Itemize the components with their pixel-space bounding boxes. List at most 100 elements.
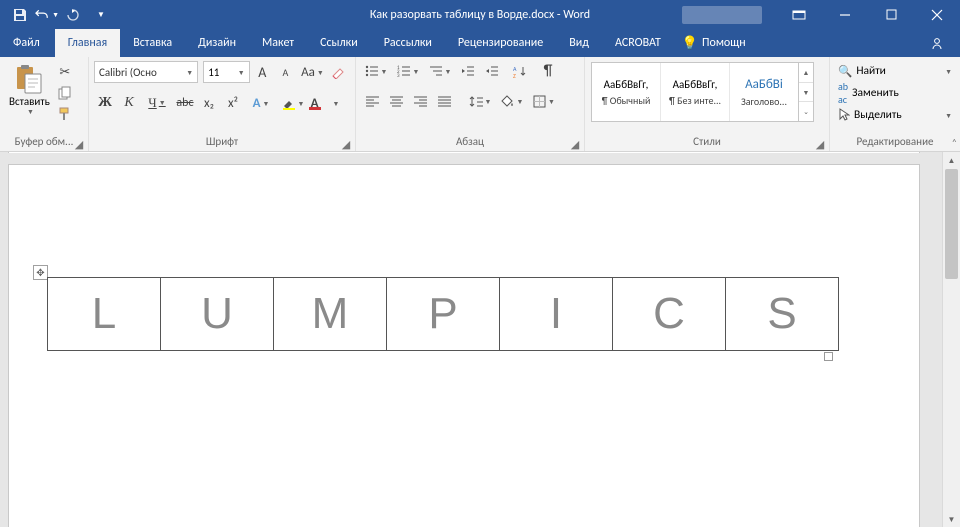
text-effects-button[interactable]: A▼ — [246, 93, 276, 113]
tab-home[interactable]: Главная — [55, 29, 120, 57]
table-cell[interactable]: P — [387, 278, 500, 351]
style-heading1[interactable]: АаБбВі Заголово... — [730, 63, 798, 121]
cut-button[interactable]: ✂ — [56, 63, 74, 81]
group-editing: 🔍Найти▼ abacЗаменить Выделить▼ Редактиро… — [830, 57, 960, 151]
show-marks-button[interactable]: ¶ — [537, 61, 559, 81]
svg-text:3: 3 — [397, 73, 400, 77]
font-color-button[interactable]: A▼ — [310, 93, 340, 113]
table-cell[interactable]: I — [500, 278, 613, 351]
table-cell[interactable]: U — [161, 278, 274, 351]
shading-button[interactable]: ▼ — [497, 91, 527, 111]
table-cell[interactable]: S — [726, 278, 839, 351]
clipboard-launcher[interactable]: ◢ — [73, 138, 85, 150]
styles-more[interactable]: ⌄ — [799, 102, 813, 121]
table-move-handle[interactable]: ✥ — [33, 265, 48, 280]
qat-customize[interactable]: ▼ — [89, 3, 113, 27]
tab-layout[interactable]: Макет — [249, 29, 307, 57]
previous-page — [8, 152, 920, 153]
indent-inc-button[interactable] — [481, 61, 503, 81]
maximize-button[interactable] — [868, 0, 914, 29]
redo-button[interactable] — [62, 3, 86, 27]
align-left-button[interactable] — [361, 91, 383, 111]
table-resize-handle[interactable] — [824, 352, 833, 361]
ribbon-options-button[interactable] — [776, 0, 822, 29]
find-button[interactable]: 🔍Найти▼ — [835, 61, 955, 81]
collapse-ribbon[interactable]: ˄ — [952, 136, 957, 149]
tab-review[interactable]: Рецензирование — [445, 29, 556, 57]
page[interactable]: ✥ L U M P I C S — [8, 164, 920, 527]
superscript-button[interactable]: x² — [222, 93, 244, 113]
align-center-button[interactable] — [385, 91, 407, 111]
tab-insert[interactable]: Вставка — [120, 29, 185, 57]
tab-view[interactable]: Вид — [556, 29, 602, 57]
align-justify-button[interactable] — [433, 91, 455, 111]
bold-button[interactable]: Ж — [94, 93, 116, 113]
styles-down[interactable]: ▼ — [799, 83, 813, 103]
undo-button[interactable]: ▼ — [35, 3, 59, 27]
styles-up[interactable]: ▲ — [799, 63, 813, 83]
sort-button[interactable]: AZ — [505, 61, 535, 81]
group-clipboard: Вставить ▼ ✂ Буфер обм...◢ — [0, 57, 89, 151]
tab-file[interactable]: Файл — [0, 29, 53, 57]
replace-button[interactable]: abacЗаменить — [835, 83, 955, 103]
group-paragraph: ▼ 123▼ ▼ AZ ¶ ▼ ▼ ▼ Абзац◢ — [356, 57, 585, 151]
save-button[interactable] — [8, 3, 32, 27]
copy-button[interactable] — [56, 84, 74, 102]
borders-button[interactable]: ▼ — [529, 91, 559, 111]
clear-format-button[interactable] — [329, 62, 350, 82]
tab-design[interactable]: Дизайн — [185, 29, 249, 57]
italic-button[interactable]: К — [118, 93, 140, 113]
share-button[interactable] — [914, 29, 960, 58]
font-name-combo[interactable]: Calibri (Осно▼ — [94, 61, 198, 83]
svg-text:Z: Z — [513, 72, 516, 78]
subscript-button[interactable]: x₂ — [198, 93, 220, 113]
align-right-button[interactable] — [409, 91, 431, 111]
table-cell[interactable]: M — [274, 278, 387, 351]
close-button[interactable] — [914, 0, 960, 29]
underline-button[interactable]: Ч▼ — [142, 93, 172, 113]
paste-button[interactable]: Вставить ▼ — [5, 61, 54, 116]
replace-icon: abac — [838, 80, 848, 106]
font-size-combo[interactable]: 11▼ — [203, 61, 250, 83]
grow-font-button[interactable]: A — [252, 62, 273, 82]
minimize-button[interactable] — [822, 0, 868, 29]
title-bar: ▼ ▼ Как разорвать таблицу в Ворде.docx -… — [0, 0, 960, 29]
document-area: ✥ L U M P I C S ▲ ▼ — [0, 152, 960, 527]
table-row: L U M P I C S — [48, 278, 839, 351]
paste-icon — [13, 63, 45, 95]
styles-launcher[interactable]: ◢ — [814, 138, 826, 150]
line-spacing-button[interactable]: ▼ — [465, 91, 495, 111]
tell-me[interactable]: 💡Помощн — [682, 29, 746, 57]
indent-dec-button[interactable] — [457, 61, 479, 81]
multilevel-button[interactable]: ▼ — [425, 61, 455, 81]
select-button[interactable]: Выделить▼ — [835, 105, 955, 125]
ribbon-tabs: Файл Главная Вставка Дизайн Макет Ссылки… — [0, 29, 960, 57]
tab-mailings[interactable]: Рассылки — [371, 29, 445, 57]
change-case-button[interactable]: Aa▼ — [298, 62, 327, 82]
numbering-button[interactable]: 123▼ — [393, 61, 423, 81]
scroll-down[interactable]: ▼ — [943, 511, 960, 527]
scroll-thumb[interactable] — [945, 169, 958, 279]
tab-references[interactable]: Ссылки — [307, 29, 371, 57]
style-no-spacing[interactable]: АаБбВвГг, ¶ Без инте... — [661, 63, 730, 121]
strike-button[interactable]: abc — [174, 93, 196, 113]
vertical-scrollbar[interactable]: ▲ ▼ — [942, 152, 960, 527]
highlight-button[interactable]: ▼ — [278, 93, 308, 113]
styles-gallery[interactable]: АаБбВвГг, ¶ Обычный АаБбВвГг, ¶ Без инте… — [591, 62, 814, 122]
search-icon: 🔍 — [838, 64, 852, 79]
group-font: Calibri (Осно▼ 11▼ A A Aa▼ Ж К Ч▼ abc x₂… — [89, 57, 356, 151]
ribbon: Вставить ▼ ✂ Буфер обм...◢ Calibri (Осно… — [0, 57, 960, 152]
para-launcher[interactable]: ◢ — [569, 138, 581, 150]
tab-acrobat[interactable]: ACROBAT — [602, 29, 674, 57]
shrink-font-button[interactable]: A — [275, 62, 296, 82]
bulb-icon: 💡 — [682, 36, 698, 51]
scroll-up[interactable]: ▲ — [943, 152, 960, 169]
account-area[interactable] — [682, 6, 762, 24]
font-launcher[interactable]: ◢ — [340, 138, 352, 150]
document-table[interactable]: L U M P I C S — [47, 277, 839, 351]
table-cell[interactable]: L — [48, 278, 161, 351]
bullets-button[interactable]: ▼ — [361, 61, 391, 81]
format-painter-button[interactable] — [56, 105, 74, 123]
table-cell[interactable]: C — [613, 278, 726, 351]
style-normal[interactable]: АаБбВвГг, ¶ Обычный — [592, 63, 661, 121]
